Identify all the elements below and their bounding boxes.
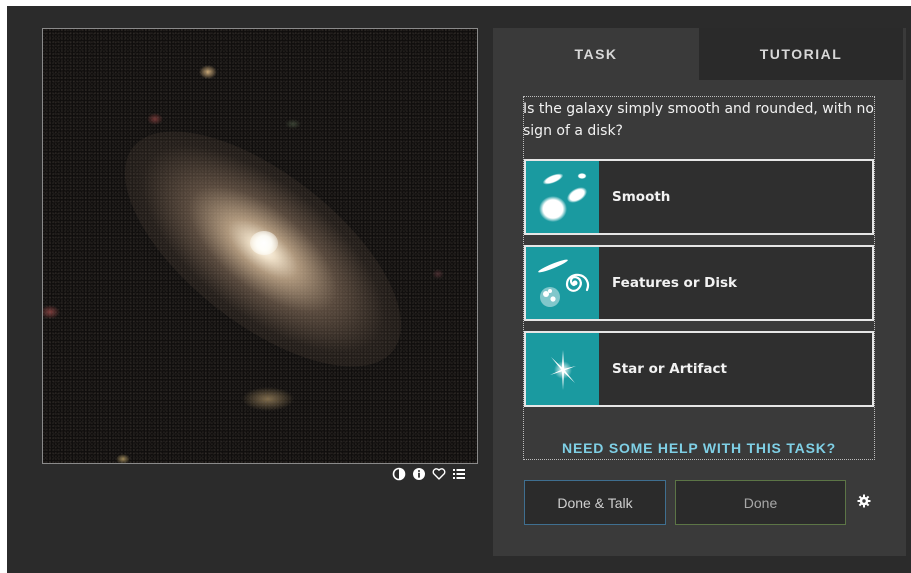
- answer-features-or-disk[interactable]: Features or Disk: [524, 245, 874, 321]
- favorite-heart-icon[interactable]: [432, 467, 446, 481]
- task-panel: TASK TUTORIAL Is the galaxy simply smoot…: [493, 28, 906, 556]
- tab-task[interactable]: TASK: [493, 28, 699, 80]
- galaxy-core: [250, 231, 278, 255]
- answer-label: Features or Disk: [612, 275, 738, 291]
- help-link[interactable]: NEED SOME HELP WITH THIS TASK?: [523, 436, 875, 460]
- smooth-galaxies-icon: [526, 161, 599, 233]
- answer-star-or-artifact[interactable]: Star or Artifact: [524, 331, 874, 407]
- spiral-disk-galaxy-icon: [526, 247, 599, 319]
- collections-list-icon[interactable]: [452, 467, 466, 481]
- settings-gear-icon[interactable]: [857, 494, 871, 508]
- answer-label: Smooth: [612, 189, 671, 205]
- answer-smooth[interactable]: Smooth: [524, 159, 874, 235]
- info-icon[interactable]: [412, 467, 426, 481]
- invert-icon[interactable]: [392, 467, 406, 481]
- subject-image[interactable]: [42, 28, 478, 464]
- task-question: Is the galaxy simply smooth and rounded,…: [523, 101, 874, 139]
- star-artifact-icon: [526, 333, 599, 405]
- tab-tutorial[interactable]: TUTORIAL: [699, 28, 903, 80]
- task-tabs: TASK TUTORIAL: [493, 28, 903, 80]
- answer-label: Star or Artifact: [612, 361, 727, 377]
- done-and-talk-button[interactable]: Done & Talk: [524, 480, 666, 525]
- subject-toolbar: [392, 467, 466, 481]
- done-button[interactable]: Done: [675, 480, 846, 525]
